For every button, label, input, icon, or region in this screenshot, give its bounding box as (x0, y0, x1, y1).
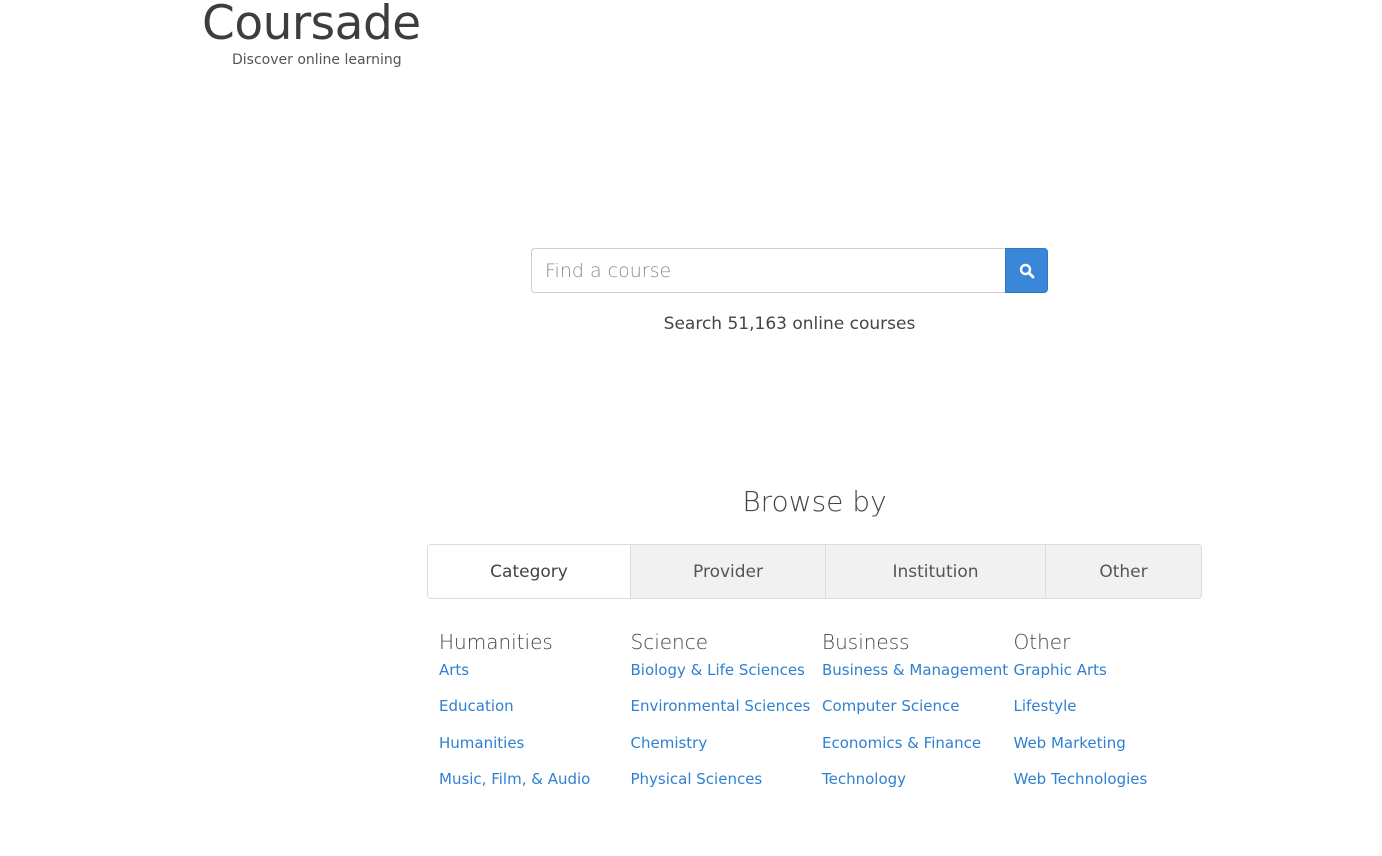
category-link[interactable]: Economics & Finance (822, 733, 1014, 753)
category-link[interactable]: Music, Film, & Audio (439, 769, 631, 789)
category-column-business: Business Business & Management Computer … (822, 628, 1014, 806)
category-columns: Humanities Arts Education Humanities Mus… (439, 628, 1205, 806)
browse-heading: Browse by (742, 485, 887, 518)
category-link[interactable]: Arts (439, 660, 631, 680)
category-link[interactable]: Web Technologies (1014, 769, 1206, 789)
search-caption: Search 51,163 online courses (663, 314, 916, 334)
category-column-other: Other Graphic Arts Lifestyle Web Marketi… (1014, 628, 1206, 806)
site-tagline: Discover online learning (232, 52, 402, 68)
category-heading: Science (630, 630, 709, 654)
category-link[interactable]: Web Marketing (1014, 733, 1206, 753)
category-link[interactable]: Computer Science (822, 696, 1014, 716)
category-heading: Other (1013, 630, 1071, 654)
tab-provider[interactable]: Provider (630, 545, 825, 598)
search-input[interactable] (531, 248, 1005, 293)
category-link[interactable]: Physical Sciences (631, 769, 823, 789)
category-link[interactable]: Humanities (439, 733, 631, 753)
browse-tabs: Category Provider Institution Other (427, 544, 1202, 599)
category-heading: Humanities (439, 630, 553, 654)
category-column-humanities: Humanities Arts Education Humanities Mus… (439, 628, 631, 806)
category-link[interactable]: Environmental Sciences (631, 696, 823, 716)
category-link[interactable]: Chemistry (631, 733, 823, 753)
category-column-science: Science Biology & Life Sciences Environm… (631, 628, 823, 806)
category-link[interactable]: Biology & Life Sciences (631, 660, 823, 680)
site-logo-title[interactable]: Coursade (202, 0, 432, 54)
site-brand[interactable]: Coursade Discover online learning (202, 0, 432, 69)
search-bar (531, 248, 1048, 293)
category-link[interactable]: Lifestyle (1014, 696, 1206, 716)
category-link[interactable]: Technology (822, 769, 1014, 789)
tab-other[interactable]: Other (1045, 545, 1201, 598)
category-link[interactable]: Business & Management (822, 660, 1014, 680)
category-heading: Business (822, 630, 910, 654)
search-icon (1019, 263, 1034, 278)
category-link[interactable]: Graphic Arts (1014, 660, 1206, 680)
tab-category[interactable]: Category (428, 545, 630, 598)
category-link[interactable]: Education (439, 696, 631, 716)
tab-institution[interactable]: Institution (825, 545, 1045, 598)
search-button[interactable] (1005, 248, 1048, 293)
